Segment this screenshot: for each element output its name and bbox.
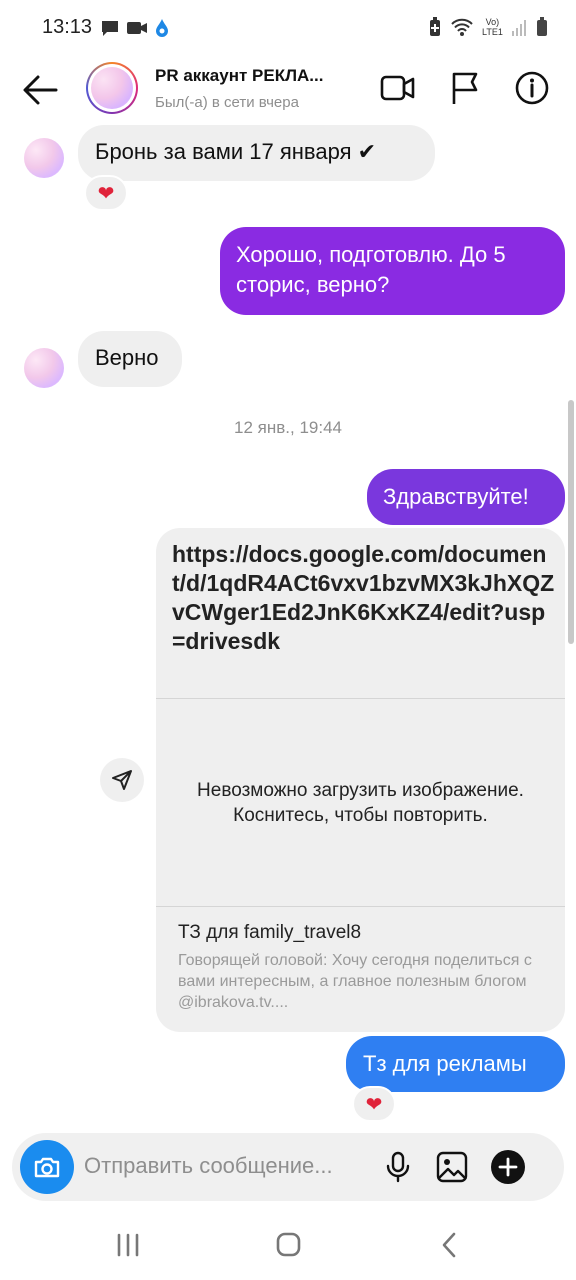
message-bubble-incoming[interactable]: Бронь за вами 17 января ✔ (78, 125, 435, 181)
home-button[interactable] (268, 1228, 308, 1262)
info-icon (515, 71, 549, 105)
system-back-icon (442, 1232, 456, 1258)
link-preview-card[interactable]: https://docs.google.com/document/d/1qdR4… (156, 528, 565, 1032)
message-text: Верно (95, 345, 159, 370)
message-bubble-outgoing[interactable]: Тз для рекламы (346, 1036, 565, 1092)
sender-avatar[interactable] (24, 348, 64, 388)
link-url[interactable]: https://docs.google.com/document/d/1qdR4… (172, 540, 557, 656)
message-bubble-outgoing[interactable]: Хорошо, подготовлю. До 5 сторис, верно? (220, 227, 565, 315)
message-bubble-outgoing[interactable]: Здравствуйте! (367, 469, 565, 525)
share-button[interactable] (100, 758, 144, 802)
avatar-inner (88, 64, 136, 112)
water-drop-icon (156, 19, 168, 37)
status-left-icons (100, 18, 170, 38)
network-label-bottom: LTE1 (482, 27, 503, 37)
gallery-button[interactable] (434, 1149, 470, 1185)
image-error-text: Невозможно загрузить изображение. Коснит… (197, 779, 524, 826)
camera-button[interactable] (20, 1140, 74, 1194)
battery-saver-icon (430, 17, 440, 36)
send-icon (112, 770, 132, 790)
message-input[interactable]: Отправить сообщение... (84, 1153, 333, 1179)
reaction-heart[interactable]: ❤ (84, 175, 128, 211)
video-call-button[interactable] (378, 68, 418, 108)
more-options-button[interactable] (490, 1149, 526, 1185)
flag-icon (452, 72, 478, 104)
camera-icon (34, 1157, 60, 1178)
avatar-image (91, 67, 133, 109)
heart-icon: ❤ (365, 1093, 383, 1116)
message-text: Тз для рекламы (363, 1051, 527, 1076)
chat-title[interactable]: PR аккаунт РЕКЛА... (155, 66, 355, 86)
signal-icon (511, 20, 526, 36)
message-text: Здравствуйте! (383, 484, 529, 509)
image-icon (436, 1151, 468, 1183)
back-arrow-icon (23, 75, 58, 105)
chat-status: Был(-а) в сети вчера (155, 94, 299, 111)
link-image-placeholder[interactable]: Невозможно загрузить изображение. Коснит… (156, 698, 565, 907)
info-button[interactable] (512, 68, 552, 108)
battery-icon (536, 17, 547, 36)
message-timestamp: 12 янв., 19:44 (234, 418, 342, 437)
report-button[interactable] (446, 68, 486, 108)
scrollbar[interactable] (568, 400, 574, 644)
status-right-icons: Vo) LTE1 (428, 16, 549, 38)
video-notification-icon (127, 22, 147, 34)
message-bubble-incoming[interactable]: Верно (78, 331, 182, 387)
heart-icon: ❤ (97, 182, 115, 205)
header-avatar[interactable] (86, 62, 138, 114)
recent-apps-button[interactable] (108, 1228, 148, 1262)
sender-avatar[interactable] (24, 138, 64, 178)
wifi-icon (451, 18, 473, 36)
system-back-button[interactable] (430, 1228, 470, 1262)
reaction-heart[interactable]: ❤ (352, 1086, 396, 1122)
home-icon (276, 1232, 301, 1257)
voice-button[interactable] (380, 1149, 416, 1185)
link-title: ТЗ для family_travel8 (178, 922, 362, 943)
status-time: 13:13 (42, 16, 93, 38)
microphone-icon (386, 1151, 410, 1183)
recent-apps-icon (117, 1233, 139, 1257)
link-description: Говорящей головой: Хочу сегодня поделить… (178, 952, 532, 1011)
message-text: Бронь за вами 17 января ✔ (95, 139, 377, 164)
video-camera-icon (380, 75, 415, 101)
chat-notification-icon (102, 21, 118, 36)
network-label: Vo) LTE1 (482, 17, 503, 37)
plus-circle-icon (491, 1150, 525, 1184)
message-composer: Отправить сообщение... (12, 1133, 564, 1201)
back-button[interactable] (20, 72, 60, 108)
network-label-top: Vo) (485, 17, 500, 27)
message-text: Хорошо, подготовлю. До 5 сторис, верно? (236, 242, 506, 297)
